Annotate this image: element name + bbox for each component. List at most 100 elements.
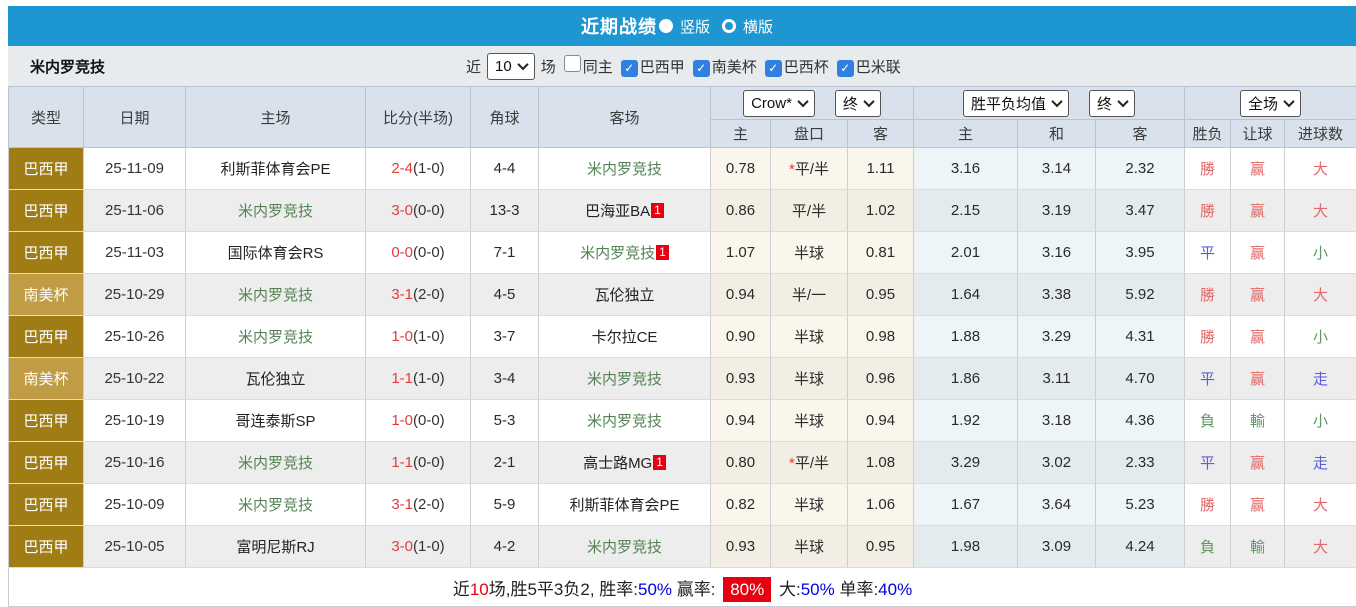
avg-home-odds: 1.64 — [914, 274, 1018, 316]
fulltime-score: 0-0 — [391, 244, 413, 261]
sub-header-handicap: 盘口 — [771, 120, 848, 148]
away-team[interactable]: 米内罗竞技 — [539, 148, 711, 190]
score-cell: 2-4(1-0) — [366, 148, 471, 190]
away-team[interactable]: 米内罗竞技1 — [539, 232, 711, 274]
avg-home-odds: 2.15 — [914, 190, 1018, 232]
result-goals: 小 — [1285, 400, 1356, 442]
league-badge: 巴西甲 — [9, 316, 84, 358]
away-team[interactable]: 米内罗竞技 — [539, 400, 711, 442]
home-team[interactable]: 米内罗竞技 — [186, 274, 366, 316]
score-cell: 3-0(0-0) — [366, 190, 471, 232]
score-cell: 1-1(1-0) — [366, 358, 471, 400]
avg-draw-odds: 3.64 — [1018, 484, 1096, 526]
match-row: 巴西甲 25-10-19 哥连泰斯SP 1-0(0-0) 5-3 米内罗竞技 0… — [9, 400, 1356, 442]
home-team[interactable]: 米内罗竞技 — [186, 484, 366, 526]
handicap-group-header: Crow* 终 — [711, 87, 914, 120]
home-team[interactable]: 哥连泰斯SP — [186, 400, 366, 442]
handicap-home-odds: 0.94 — [711, 400, 771, 442]
avg-draw-odds: 3.09 — [1018, 526, 1096, 568]
scope-select[interactable]: 全场 — [1240, 90, 1301, 117]
result-goals: 走 — [1285, 442, 1356, 484]
home-team[interactable]: 利斯菲体育会PE — [186, 148, 366, 190]
fulltime-score: 1-0 — [391, 412, 413, 429]
sub-header-goals-result: 进球数 — [1285, 120, 1356, 148]
result-wdl: 勝 — [1185, 148, 1231, 190]
halftime-score: (0-0) — [413, 454, 445, 471]
match-row: 巴西甲 25-10-09 米内罗竞技 3-1(2-0) 5-9 利斯菲体育会PE… — [9, 484, 1356, 526]
filter-checkbox-label[interactable]: 巴米联 — [856, 59, 901, 76]
match-date: 25-10-19 — [84, 400, 186, 442]
away-team[interactable]: 瓦伦独立 — [539, 274, 711, 316]
match-count-select[interactable]: 10 — [487, 53, 535, 80]
filters: 近 10 场 同主✓巴西甲✓南美杯✓巴西杯✓巴米联 — [466, 53, 901, 80]
away-team[interactable]: 米内罗竞技 — [539, 526, 711, 568]
result-wdl: 平 — [1185, 232, 1231, 274]
layout-radio-selected[interactable] — [659, 19, 673, 33]
match-row: 巴西甲 25-11-03 国际体育会RS 0-0(0-0) 7-1 米内罗竞技1… — [9, 232, 1356, 274]
filter-checkbox-checked[interactable]: ✓ — [837, 60, 854, 77]
handicap-line: 平/半 — [771, 190, 848, 232]
score-cell: 3-1(2-0) — [366, 484, 471, 526]
result-handicap: 赢 — [1231, 316, 1285, 358]
result-goals: 小 — [1285, 232, 1356, 274]
average-final-value: 终 — [1097, 93, 1112, 114]
layout-option-label[interactable]: 横版 — [743, 16, 773, 37]
home-team[interactable]: 米内罗竞技 — [186, 316, 366, 358]
result-goals: 大 — [1285, 484, 1356, 526]
match-date: 25-10-16 — [84, 442, 186, 484]
away-team[interactable]: 卡尔拉CE — [539, 316, 711, 358]
col-header-type: 类型 — [9, 87, 84, 148]
home-team[interactable]: 米内罗竞技 — [186, 442, 366, 484]
sub-header-handicap-result: 让球 — [1231, 120, 1285, 148]
halftime-score: (0-0) — [413, 412, 445, 429]
avg-home-odds: 1.88 — [914, 316, 1018, 358]
panel-title: 近期战绩 — [581, 13, 657, 39]
fulltime-score: 3-0 — [391, 538, 413, 555]
home-team[interactable]: 富明尼斯RJ — [186, 526, 366, 568]
filter-checkbox-label[interactable]: 南美杯 — [712, 59, 757, 76]
filter-checkbox-label[interactable]: 同主 — [583, 59, 613, 76]
avg-away-odds: 5.92 — [1096, 274, 1185, 316]
fulltime-score: 1-1 — [391, 370, 413, 387]
away-team[interactable]: 巴海亚BA1 — [539, 190, 711, 232]
away-team[interactable]: 米内罗竞技 — [539, 358, 711, 400]
layout-radio-unselected[interactable] — [722, 19, 736, 33]
avg-away-odds: 4.36 — [1096, 400, 1185, 442]
filter-checkbox-checked[interactable]: ✓ — [765, 60, 782, 77]
result-handicap: 赢 — [1231, 274, 1285, 316]
average-select[interactable]: 胜平负均值 — [963, 90, 1069, 117]
avg-away-odds: 4.70 — [1096, 358, 1185, 400]
home-team[interactable]: 瓦伦独立 — [186, 358, 366, 400]
titlebar: 近期战绩 竖版 横版 — [8, 6, 1356, 46]
bookmaker-final-select[interactable]: 终 — [835, 90, 881, 117]
handicap-away-odds: 1.02 — [848, 190, 914, 232]
corners-score: 2-1 — [471, 442, 539, 484]
filter-checkbox-label[interactable]: 巴西甲 — [640, 59, 685, 76]
layout-option-label[interactable]: 竖版 — [680, 16, 710, 37]
match-date: 25-11-09 — [84, 148, 186, 190]
filter-checkbox-checked[interactable]: ✓ — [693, 60, 710, 77]
away-team[interactable]: 高士路MG1 — [539, 442, 711, 484]
average-final-select[interactable]: 终 — [1089, 90, 1135, 117]
filter-checkbox-unchecked[interactable] — [564, 55, 581, 72]
halftime-score: (1-0) — [413, 160, 445, 177]
home-team[interactable]: 国际体育会RS — [186, 232, 366, 274]
avg-home-odds: 3.29 — [914, 442, 1018, 484]
league-badge: 巴西甲 — [9, 400, 84, 442]
handicap-away-odds: 0.96 — [848, 358, 914, 400]
corners-score: 13-3 — [471, 190, 539, 232]
match-date: 25-10-05 — [84, 526, 186, 568]
filter-checkbox-label[interactable]: 巴西杯 — [784, 59, 829, 76]
avg-away-odds: 2.32 — [1096, 148, 1185, 190]
score-cell: 1-1(0-0) — [366, 442, 471, 484]
result-handicap: 赢 — [1231, 190, 1285, 232]
result-handicap: 赢 — [1231, 442, 1285, 484]
bookmaker-select[interactable]: Crow* — [743, 90, 815, 117]
away-team[interactable]: 利斯菲体育会PE — [539, 484, 711, 526]
scope-select-value: 全场 — [1248, 93, 1278, 114]
win-rate-highlight: 80% — [723, 577, 771, 602]
home-team[interactable]: 米内罗竞技 — [186, 190, 366, 232]
filter-checkbox-checked[interactable]: ✓ — [621, 60, 638, 77]
handicap-home-odds: 0.82 — [711, 484, 771, 526]
handicap-home-odds: 1.07 — [711, 232, 771, 274]
